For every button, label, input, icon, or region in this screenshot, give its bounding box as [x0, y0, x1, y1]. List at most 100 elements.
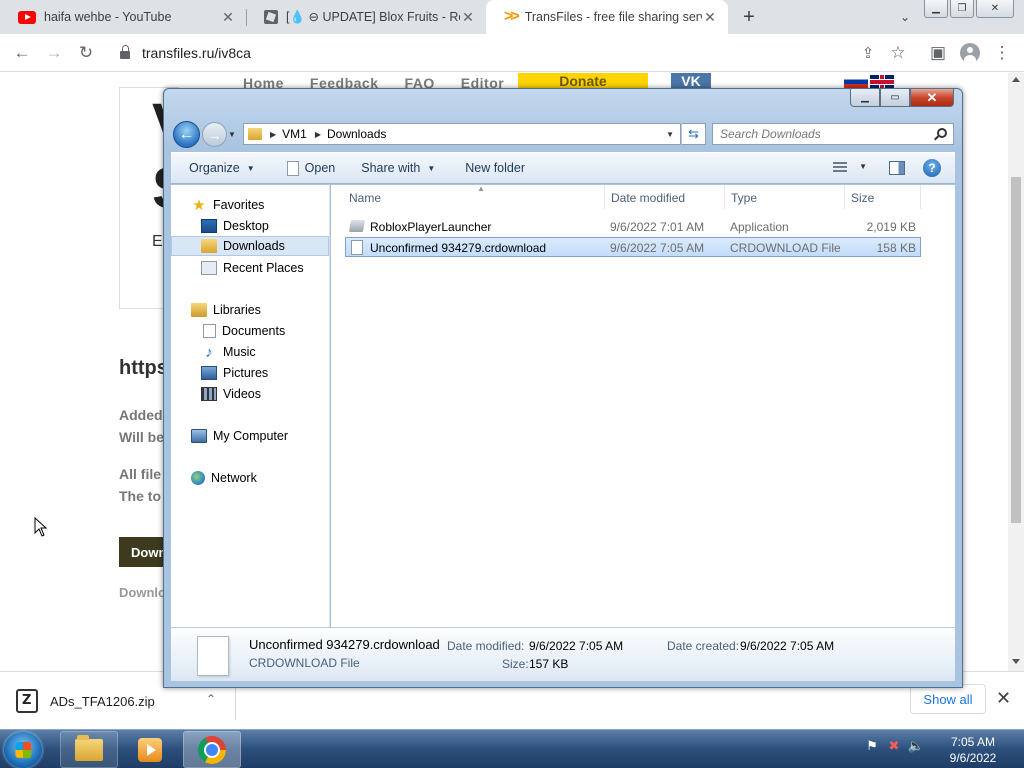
forward-button[interactable]: → [202, 122, 227, 147]
file-type: Application [730, 220, 789, 234]
tab-blox-fruits[interactable]: [💧 ⊖ UPDATE] Blox Fruits - Robl ✕ [246, 0, 486, 34]
profile-button[interactable] [958, 41, 982, 65]
show-all-button[interactable]: Show all [910, 684, 986, 714]
page-text: E [152, 233, 163, 250]
flag-ru-icon[interactable] [844, 75, 868, 89]
nav-downloads[interactable]: Downloads [171, 236, 329, 256]
nav-pictures[interactable]: Pictures [171, 363, 329, 383]
taskbar-media-player[interactable] [121, 731, 179, 768]
star-icon: ★ [192, 197, 206, 214]
share-with-button[interactable]: Share with ▼ [361, 161, 435, 175]
file-link[interactable]: https [119, 357, 168, 380]
side-panel-icon[interactable]: ▣ [926, 41, 950, 65]
breadcrumb-downloads[interactable]: Downloads [327, 127, 386, 141]
page-text: Added [119, 407, 163, 423]
column-header-name[interactable]: Name ▲ [343, 184, 605, 209]
nav-music[interactable]: ♪ Music [171, 342, 329, 362]
network-error-icon[interactable]: ✖ [886, 738, 902, 754]
minimize-button[interactable]: ▁ [850, 89, 880, 107]
bookmark-star-icon[interactable]: ☆ [886, 41, 910, 65]
refresh-button[interactable]: ⇆ [682, 123, 706, 145]
tab-youtube[interactable]: haifa wehbe - YouTube ✕ [0, 0, 246, 34]
address-bar[interactable]: ▶ VM1 ▶ Downloads ▼ [243, 123, 681, 145]
nav-recent-places[interactable]: Recent Places [171, 258, 329, 278]
nav-network[interactable]: Network [171, 468, 329, 488]
close-icon[interactable]: ✕ [460, 9, 476, 25]
desktop-icon [201, 219, 217, 233]
nav-documents[interactable]: Documents [171, 321, 329, 341]
page-text: The to [119, 488, 161, 504]
column-header-date[interactable]: Date modified [605, 185, 725, 209]
chevron-down-icon[interactable]: ⌄ [896, 8, 914, 26]
address-bar[interactable]: transfiles.ru/iv8ca [108, 39, 828, 67]
chevron-down-icon[interactable]: ▼ [228, 130, 236, 139]
view-options-icon[interactable] [833, 162, 847, 174]
nav-libraries[interactable]: Libraries [171, 300, 329, 320]
file-row-selected[interactable]: Unconfirmed 934279.crdownload 9/6/2022 7… [345, 237, 921, 257]
open-button[interactable]: Open [286, 160, 335, 176]
tab-transfiles[interactable]: >> TransFiles - free file sharing servi … [486, 0, 728, 34]
volume-icon[interactable]: 🔈 [908, 738, 924, 754]
close-window-button[interactable]: ✕ [910, 89, 954, 107]
preview-pane-icon[interactable] [889, 161, 905, 175]
nav-favorites[interactable]: ★ Favorites [171, 195, 329, 215]
maximize-button[interactable]: ▭ [880, 89, 910, 107]
system-tray: ⚑ ✖ 🔈 [864, 738, 924, 754]
libraries-icon [191, 303, 207, 317]
forward-button[interactable]: → [42, 41, 66, 65]
back-button[interactable]: ← [173, 121, 200, 148]
taskbar-explorer[interactable] [60, 731, 118, 768]
scroll-thumb[interactable] [1011, 177, 1021, 523]
menu-kebab-icon[interactable]: ⋮ [990, 41, 1014, 65]
details-pane: Unconfirmed 934279.crdownload CRDOWNLOAD… [171, 627, 955, 681]
details-modified-value: 9/6/2022 7:05 AM [529, 639, 624, 653]
recent-places-icon [201, 261, 217, 275]
chevron-down-icon[interactable]: ▼ [666, 130, 674, 139]
chevron-right-icon[interactable]: ▶ [270, 130, 276, 139]
file-row[interactable]: RobloxPlayerLauncher 9/6/2022 7:01 AM Ap… [345, 217, 921, 237]
page-scrollbar[interactable] [1008, 73, 1024, 671]
chevron-right-icon[interactable]: ▶ [315, 130, 321, 139]
taskbar-chrome[interactable] [183, 731, 241, 768]
nav-desktop[interactable]: Desktop [171, 216, 329, 236]
lock-icon[interactable] [120, 45, 130, 59]
scroll-up-icon[interactable] [1012, 77, 1020, 82]
nav-my-computer[interactable]: My Computer [171, 426, 329, 446]
flag-uk-icon[interactable] [870, 75, 894, 89]
clock[interactable]: 7:05 AM 9/6/2022 [944, 734, 1002, 766]
new-folder-button[interactable]: New folder [465, 161, 525, 175]
close-window-button[interactable]: ✕ [976, 0, 1014, 18]
start-button[interactable] [4, 732, 42, 768]
restore-button[interactable]: ❐ [950, 0, 974, 18]
breadcrumb-vm1[interactable]: VM1 [282, 127, 307, 141]
nav-videos[interactable]: Videos [171, 384, 329, 404]
back-button[interactable]: ← [10, 41, 34, 65]
search-input[interactable]: Search Downloads [712, 123, 954, 145]
documents-icon [203, 324, 216, 338]
pictures-icon [201, 366, 217, 380]
organize-button[interactable]: Organize ▼ [189, 161, 255, 175]
action-center-icon[interactable]: ⚑ [864, 738, 880, 754]
details-created-label: Date created: [667, 639, 740, 653]
scroll-down-icon[interactable] [1012, 659, 1020, 664]
chevron-up-icon[interactable]: ⌃ [206, 692, 216, 706]
search-placeholder: Search Downloads [720, 127, 821, 141]
chevron-down-icon[interactable]: ▼ [859, 162, 867, 171]
navigation-pane: ★ Favorites Desktop Downloads Recent Plac… [171, 185, 330, 627]
computer-icon [191, 429, 207, 443]
column-header-size[interactable]: Size [845, 185, 921, 209]
close-icon[interactable]: ✕ [702, 9, 718, 25]
column-header-type[interactable]: Type [725, 185, 845, 209]
new-tab-button[interactable]: + [738, 6, 760, 28]
chevron-down-icon: ▼ [246, 163, 255, 173]
close-icon[interactable]: ✕ [996, 688, 1011, 709]
help-icon[interactable]: ? [923, 159, 941, 177]
document-icon [197, 636, 229, 676]
search-icon[interactable] [937, 128, 947, 138]
download-text: Downlo [119, 585, 166, 600]
close-icon[interactable]: ✕ [220, 9, 236, 25]
reload-button[interactable]: ↻ [74, 41, 98, 65]
minimize-button[interactable]: ▁ [924, 0, 948, 18]
file-list: Name ▲ Date modified Type Size RobloxPlay… [331, 184, 955, 627]
share-icon[interactable]: ⇪ [856, 41, 880, 65]
